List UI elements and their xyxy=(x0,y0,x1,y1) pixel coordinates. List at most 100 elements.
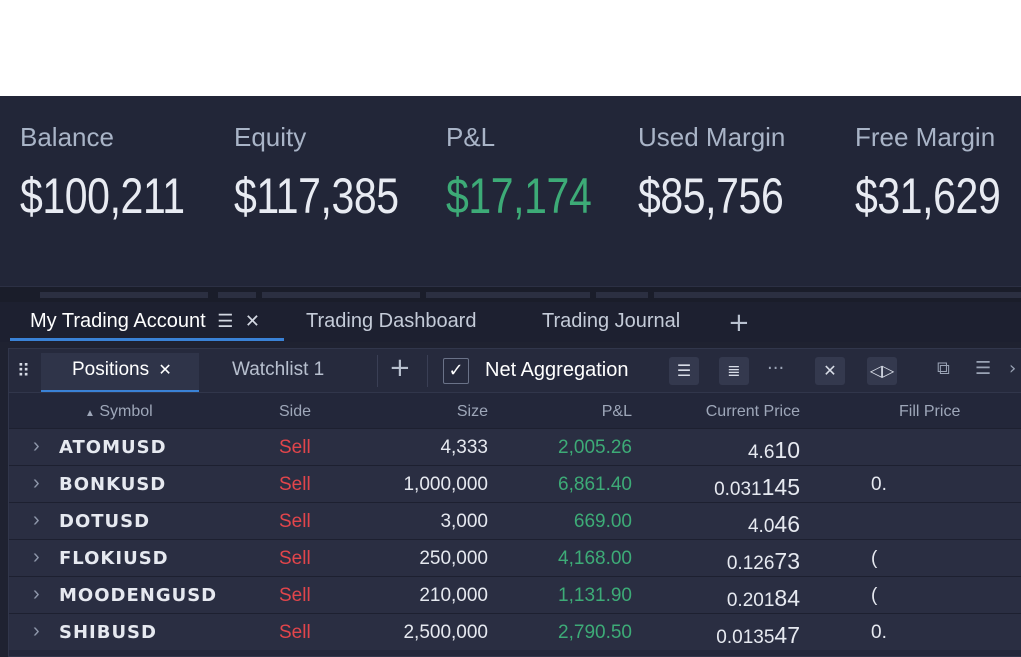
column-fill-price[interactable]: Fill Price xyxy=(899,403,960,421)
price-main: 0.031 xyxy=(714,479,762,500)
size-cell: 250,000 xyxy=(419,548,488,569)
current-price-cell: 0.013547 xyxy=(716,622,800,649)
size-cell: 1,000,000 xyxy=(403,474,488,495)
price-main: 0.126 xyxy=(726,553,775,574)
panel-menu-icon[interactable]: ☰ xyxy=(975,358,991,379)
pnl-label: P&L xyxy=(446,122,496,152)
side-cell: Sell xyxy=(279,548,311,569)
price-main: 0.0135 xyxy=(716,627,775,648)
collapse-icon[interactable]: › xyxy=(1009,358,1016,379)
side-cell: Sell xyxy=(279,437,311,458)
table-row[interactable]: › ATOMUSD Sell 4,333 2,005.26 4.610 xyxy=(9,428,1021,465)
column-size[interactable]: Size xyxy=(457,403,488,421)
size-cell: 210,000 xyxy=(419,585,488,606)
column-symbol[interactable]: ▲ Symbol xyxy=(85,403,153,421)
table-row[interactable]: › BONKUSD Sell 1,000,000 6,861.40 0.0311… xyxy=(9,465,1021,502)
equity-metric: Equity $117,385 xyxy=(234,122,435,225)
used-margin-label: Used Margin xyxy=(638,122,786,152)
active-tab-indicator xyxy=(41,390,199,392)
more-options-icon[interactable]: ··· xyxy=(767,358,784,379)
trading-app: Balance $100,211 Equity $117,385 P&L $17… xyxy=(0,96,1021,657)
positions-rows: › ATOMUSD Sell 4,333 2,005.26 4.610 › BO… xyxy=(9,428,1021,650)
pnl-cell: 2,790.50 xyxy=(558,622,632,643)
expand-chevron-icon[interactable]: › xyxy=(33,546,40,569)
current-price-cell: 4.046 xyxy=(748,511,800,538)
expand-chevron-icon[interactable]: › xyxy=(33,472,40,495)
account-summary: Balance $100,211 Equity $117,385 P&L $17… xyxy=(0,96,1021,286)
close-icon[interactable]: ✕ xyxy=(158,362,171,379)
popout-icon[interactable]: ⧉ xyxy=(937,358,950,379)
pnl-cell: 6,861.40 xyxy=(558,474,632,495)
current-price-cell: 0.20184 xyxy=(727,585,800,612)
net-aggregation-label: Net Aggregation xyxy=(485,359,629,381)
tab-label: Trading Journal xyxy=(542,310,681,332)
column-pnl[interactable]: P&L xyxy=(602,403,632,421)
used-margin-metric: Used Margin $85,756 xyxy=(638,122,815,225)
column-side[interactable]: Side xyxy=(279,403,311,421)
current-price-cell: 0.12673 xyxy=(727,548,800,575)
price-pips: 46 xyxy=(774,511,800,537)
expand-chevron-icon[interactable]: › xyxy=(33,620,40,643)
tab-label: My Trading Account xyxy=(30,310,206,332)
strip-segment xyxy=(654,292,1021,298)
panel-toolbar: ⠿ Positions ✕ Watchlist 1 + ✓ Net Aggreg… xyxy=(9,349,1021,393)
tab-positions[interactable]: Positions ✕ xyxy=(72,359,172,381)
tab-trading-dashboard[interactable]: Trading Dashboard xyxy=(306,310,476,338)
add-workspace-tab-icon[interactable]: + xyxy=(728,308,750,338)
side-cell: Sell xyxy=(279,585,311,606)
close-icon[interactable]: ✕ xyxy=(245,311,260,331)
table-row[interactable]: › SHIBUSD Sell 2,500,000 2,790.50 0.0135… xyxy=(9,613,1021,650)
table-row[interactable]: › DOTUSD Sell 3,000 669.00 4.046 xyxy=(9,502,1021,539)
tab-label: Trading Dashboard xyxy=(306,310,477,332)
strip-segment xyxy=(262,292,420,298)
fill-price-cell: ( xyxy=(871,548,878,569)
side-cell: Sell xyxy=(279,511,311,532)
table-row[interactable]: › FLOKIUSD Sell 250,000 4,168.00 0.12673… xyxy=(9,539,1021,576)
toolbar-divider xyxy=(427,355,428,387)
sort-asc-icon: ▲ xyxy=(85,408,95,419)
balance-value: $100,211 xyxy=(20,168,185,224)
side-cell: Sell xyxy=(279,474,311,495)
expand-chevron-icon[interactable]: › xyxy=(33,583,40,606)
table-row[interactable]: › MOODENGUSD Sell 210,000 1,131.90 0.201… xyxy=(9,576,1021,613)
net-aggregation-checkbox[interactable]: ✓ xyxy=(443,358,469,384)
close-all-icon[interactable]: ✕ xyxy=(815,357,845,385)
fill-price-cell: ( xyxy=(871,585,878,606)
free-margin-metric: Free Margin $31,629 xyxy=(855,122,1021,225)
tab-label: Watchlist 1 xyxy=(232,359,325,380)
list-view-icon[interactable]: ☰ xyxy=(669,357,699,385)
size-cell: 2,500,000 xyxy=(403,622,488,643)
expand-chevron-icon[interactable]: › xyxy=(33,435,40,458)
toolbar-divider xyxy=(377,355,378,387)
strip-segment xyxy=(40,292,208,298)
tab-watchlist-1[interactable]: Watchlist 1 xyxy=(232,359,324,381)
indent-list-icon[interactable]: ≣ xyxy=(719,357,749,385)
positions-panel: ⠿ Positions ✕ Watchlist 1 + ✓ Net Aggreg… xyxy=(8,348,1021,657)
price-main: 4.6 xyxy=(747,442,775,463)
symbol-cell: MOODENGUSD xyxy=(59,585,218,606)
column-label: Symbol xyxy=(99,403,153,420)
table-header: ▲ Symbol Side Size P&L Current Price Fil… xyxy=(9,394,1021,428)
strip-segment xyxy=(218,292,256,298)
tab-label: Positions xyxy=(72,359,150,380)
menu-icon[interactable]: ☰ xyxy=(217,311,233,331)
split-view-icon[interactable]: ◁▷ xyxy=(867,357,897,385)
free-margin-label: Free Margin xyxy=(855,122,996,152)
tab-trading-journal[interactable]: Trading Journal xyxy=(542,310,680,338)
divider-strip[interactable] xyxy=(0,286,1021,302)
drag-handle-icon[interactable]: ⠿ xyxy=(17,361,30,382)
price-main: 4.0 xyxy=(747,516,775,537)
tab-my-trading-account[interactable]: My Trading Account ☰ ✕ xyxy=(30,310,260,338)
strip-segment xyxy=(596,292,648,298)
workspace-tabs: My Trading Account ☰ ✕ Trading Dashboard… xyxy=(0,302,1021,342)
current-price-cell: 4.610 xyxy=(748,437,800,464)
equity-value: $117,385 xyxy=(234,168,399,224)
price-pips: 73 xyxy=(774,548,800,574)
symbol-cell: FLOKIUSD xyxy=(59,548,169,569)
current-price-cell: 0.031145 xyxy=(714,474,800,501)
pnl-cell: 4,168.00 xyxy=(558,548,632,569)
column-current-price[interactable]: Current Price xyxy=(706,403,800,421)
add-panel-tab-icon[interactable]: + xyxy=(389,353,411,383)
expand-chevron-icon[interactable]: › xyxy=(33,509,40,532)
fill-price-cell: 0. xyxy=(871,622,887,643)
